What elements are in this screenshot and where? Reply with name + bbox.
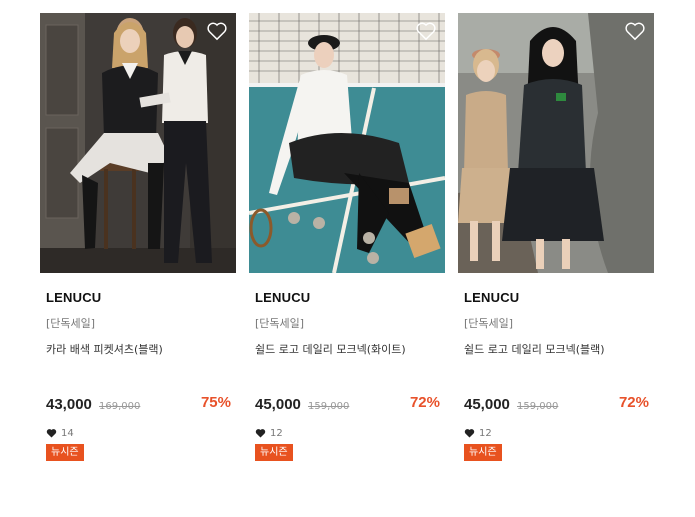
sale-price: 43,000	[46, 396, 92, 413]
product-photo	[458, 13, 654, 273]
sale-tag: [단독세일]	[46, 317, 96, 330]
product-photo	[249, 13, 445, 273]
like-count: 12	[479, 427, 492, 439]
brand-name[interactable]: LENUCU	[40, 290, 236, 305]
product-name[interactable]: 쉴드 로고 데일리 모크넥(블랙)	[458, 341, 654, 357]
price-row: 43,000 169,000 75%	[40, 394, 236, 414]
brand-name[interactable]: LENUCU	[458, 290, 654, 305]
likes: 12	[249, 426, 445, 440]
like-count: 14	[61, 427, 74, 439]
original-price: 169,000	[98, 401, 141, 412]
new-season-badge: 뉴시즌	[46, 444, 84, 461]
discount-rate: 72%	[618, 394, 649, 411]
discount-rate: 72%	[409, 394, 440, 411]
heart-filled-icon	[255, 429, 266, 438]
original-price: 159,000	[516, 401, 559, 412]
sale-tag: [단독세일]	[255, 317, 305, 330]
heart-filled-icon	[46, 429, 57, 438]
product-card[interactable]: LENUCU [단독세일] 카라 배색 피켓셔츠(블랙) 43,000 169,…	[40, 13, 236, 461]
product-name[interactable]: 카라 배색 피켓셔츠(블랙)	[40, 341, 236, 357]
discount-rate: 75%	[200, 394, 231, 411]
new-season-badge: 뉴시즌	[255, 444, 293, 461]
product-photo	[40, 13, 236, 273]
product-image[interactable]	[249, 13, 445, 273]
likes: 12	[458, 426, 654, 440]
wishlist-heart-icon[interactable]	[624, 21, 646, 41]
sale-tag: [단독세일]	[464, 317, 514, 330]
heart-filled-icon	[464, 429, 475, 438]
price-row: 45,000 159,000 72%	[458, 394, 654, 414]
product-card[interactable]: LENUCU [단독세일] 쉴드 로고 데일리 모크넥(블랙) 45,000 1…	[458, 13, 654, 461]
product-card[interactable]: LENUCU [단독세일] 쉴드 로고 데일리 모크넥(화이트) 45,000 …	[249, 13, 445, 461]
sale-price: 45,000	[464, 396, 510, 413]
product-image[interactable]	[458, 13, 654, 273]
wishlist-heart-icon[interactable]	[206, 21, 228, 41]
original-price: 159,000	[307, 401, 350, 412]
brand-name[interactable]: LENUCU	[249, 290, 445, 305]
sale-price: 45,000	[255, 396, 301, 413]
product-image[interactable]	[40, 13, 236, 273]
wishlist-heart-icon[interactable]	[415, 21, 437, 41]
price-row: 45,000 159,000 72%	[249, 394, 445, 414]
like-count: 12	[270, 427, 283, 439]
likes: 14	[40, 426, 236, 440]
new-season-badge: 뉴시즌	[464, 444, 502, 461]
product-name[interactable]: 쉴드 로고 데일리 모크넥(화이트)	[249, 341, 445, 357]
